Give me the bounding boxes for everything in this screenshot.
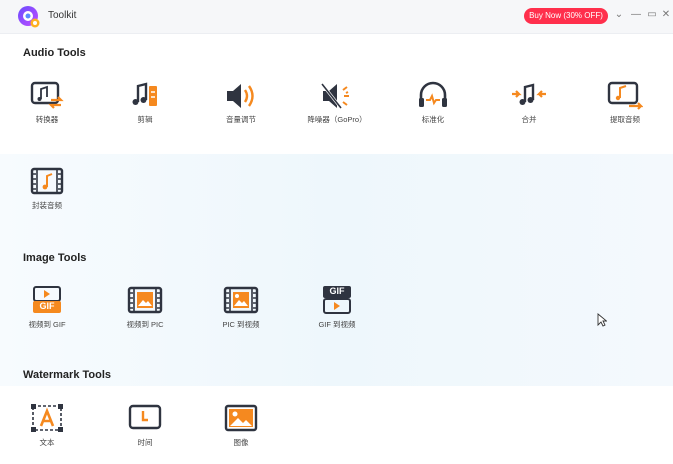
text-watermark-icon <box>31 404 63 432</box>
close-icon[interactable]: ✕ <box>660 8 672 22</box>
app-logo-icon <box>18 6 40 28</box>
tool-image-watermark[interactable]: 图像 <box>201 403 281 455</box>
tool-normalize[interactable]: 标准化 <box>393 80 473 132</box>
volume-icon <box>227 84 254 108</box>
tool-audio-cut[interactable]: 剪辑 <box>105 80 185 132</box>
tool-label: 标准化 <box>421 115 445 124</box>
tool-label: 文本 <box>39 438 55 447</box>
merge-icon <box>512 83 546 105</box>
background-band <box>0 154 673 386</box>
tool-video-to-gif[interactable]: GIF 视频到 GIF <box>7 285 87 337</box>
tool-merge[interactable]: 合并 <box>489 80 569 132</box>
watermark-tools-heading: Watermark Tools <box>23 369 112 381</box>
tool-label: 剪辑 <box>137 115 153 124</box>
package-audio-icon <box>30 167 64 195</box>
tool-label: 图像 <box>233 438 249 447</box>
tool-text-watermark[interactable]: 文本 <box>7 403 87 455</box>
tool-video-to-pic[interactable]: 视频到 PIC <box>105 285 185 337</box>
tool-label: 视频到 GIF <box>28 320 66 329</box>
tool-volume[interactable]: 音量调节 <box>201 80 281 132</box>
tool-label: PIC 到视频 <box>222 320 260 329</box>
audio-tools-heading: Audio Tools <box>23 47 86 59</box>
tool-label: 封装音频 <box>32 201 62 210</box>
tool-label: GIF 到视频 <box>318 320 356 329</box>
tool-time-watermark[interactable]: 时间 <box>105 403 185 455</box>
tool-label: 提取音频 <box>610 115 640 124</box>
audio-cut-icon <box>132 82 157 106</box>
tool-label: 音量调节 <box>226 115 256 124</box>
tool-pic-to-video[interactable]: PIC 到视频 <box>201 285 281 337</box>
tool-audio-converter[interactable]: 转换器 <box>7 80 87 132</box>
gif-badge-text: GIF <box>39 301 55 311</box>
gif-badge-text: GIF <box>329 286 345 296</box>
maximize-icon[interactable]: ▭ <box>646 8 658 22</box>
tool-gif-to-video[interactable]: GIF GIF 到视频 <box>297 285 377 337</box>
buy-now-button[interactable]: Buy Now (30% OFF) <box>524 8 608 24</box>
menu-icon[interactable]: ⌄ <box>613 8 625 22</box>
toolkit-content: Audio Tools 转换器 剪辑 音量调节 降噪器（GoPro） 标准化 合… <box>0 34 673 464</box>
tool-label: 视频到 PIC <box>126 320 164 329</box>
normalize-icon <box>419 81 447 107</box>
tool-label: 降噪器（GoPro） <box>307 115 367 124</box>
tool-label: 合并 <box>521 115 537 124</box>
tool-noise-reduction[interactable]: 降噪器（GoPro） <box>297 80 377 132</box>
mouse-cursor-icon <box>597 313 607 327</box>
video-to-pic-icon <box>127 286 163 314</box>
tool-package-audio[interactable]: 封装音频 <box>7 166 87 218</box>
tool-label: 时间 <box>137 438 153 447</box>
tool-extract-audio[interactable]: 提取音频 <box>585 80 665 132</box>
image-watermark-icon <box>224 404 258 432</box>
pic-to-video-icon <box>223 286 259 314</box>
title-bar: Toolkit Buy Now (30% OFF) ⌄ — ▭ ✕ <box>0 0 673 34</box>
image-tools-heading: Image Tools <box>23 252 87 264</box>
time-watermark-icon <box>128 404 162 430</box>
noise-reduction-icon <box>320 83 349 109</box>
minimize-icon[interactable]: — <box>630 8 642 22</box>
audio-converter-icon <box>30 81 64 109</box>
tool-label: 转换器 <box>35 115 59 124</box>
extract-audio-icon <box>607 81 643 110</box>
app-title: Toolkit <box>48 10 77 21</box>
